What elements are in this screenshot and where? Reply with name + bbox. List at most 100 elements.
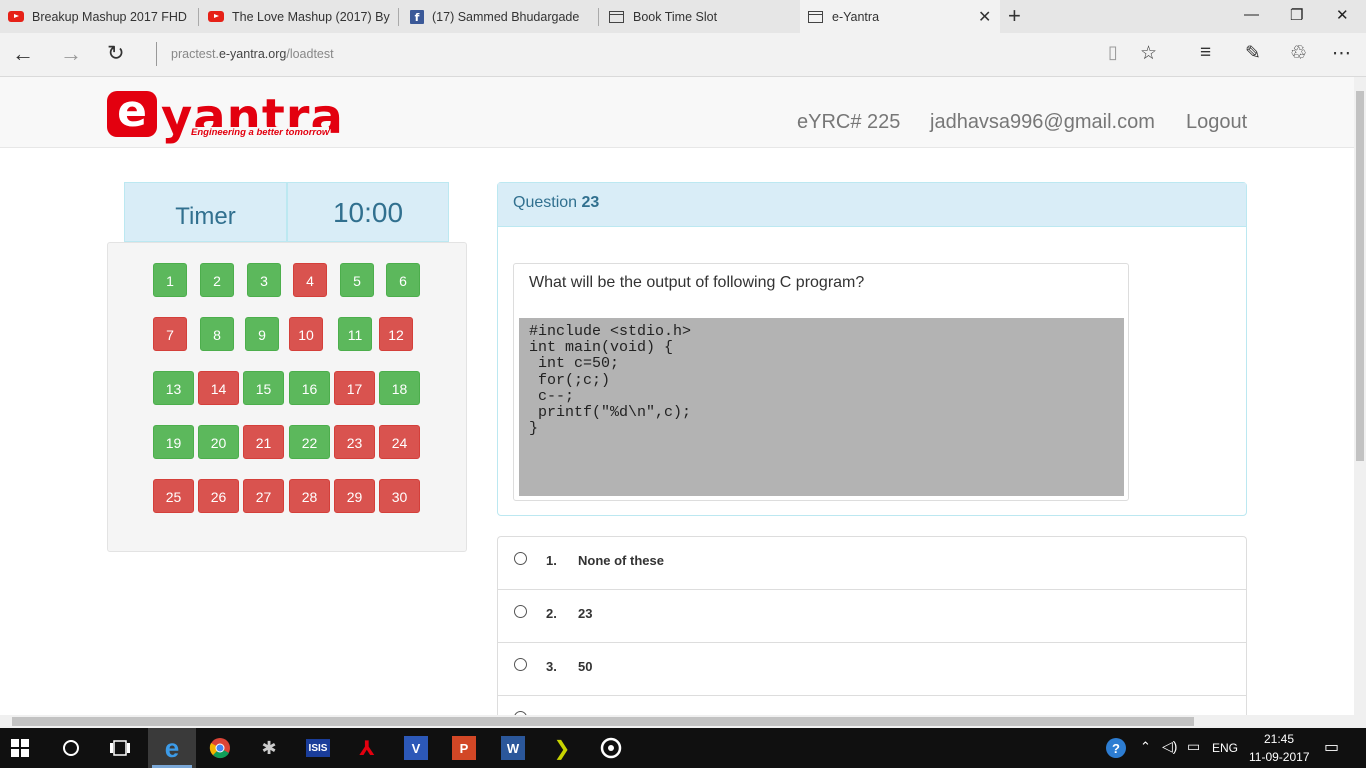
- answer-option[interactable]: 1. None of these: [498, 537, 1246, 590]
- cortana-search-icon[interactable]: [59, 736, 83, 760]
- question-nav-button[interactable]: 25: [153, 479, 194, 513]
- action-center-icon[interactable]: ▭: [1324, 737, 1339, 757]
- browser-tab[interactable]: Book Time Slot: [601, 0, 799, 33]
- logo-e: e: [107, 90, 157, 137]
- question-nav-button[interactable]: 10: [289, 317, 323, 351]
- tab-divider: [598, 8, 599, 26]
- user-email: jadhavsa996@gmail.com: [930, 111, 1155, 133]
- more-icon[interactable]: ⋯: [1332, 42, 1351, 65]
- question-heading-label: Question: [513, 194, 578, 211]
- powerpoint-icon[interactable]: P: [452, 736, 476, 760]
- horizontal-scrollbar[interactable]: [0, 715, 1366, 728]
- question-nav-button[interactable]: 19: [153, 425, 194, 459]
- logo-tagline: Engineering a better tomorrow: [189, 127, 330, 138]
- question-nav-button[interactable]: 1: [153, 263, 187, 297]
- favorite-star-icon[interactable]: ☆: [1140, 42, 1157, 65]
- question-nav-button[interactable]: 22: [289, 425, 330, 459]
- language-indicator[interactable]: ENG: [1212, 741, 1238, 755]
- url-divider: [156, 42, 157, 66]
- question-nav-button[interactable]: 9: [245, 317, 279, 351]
- question-nav-button[interactable]: 16: [289, 371, 330, 405]
- question-nav-button[interactable]: 6: [386, 263, 420, 297]
- question-nav-button[interactable]: 27: [243, 479, 284, 513]
- word-icon[interactable]: W: [501, 736, 525, 760]
- answer-option[interactable]: 2. 23: [498, 590, 1246, 643]
- network-icon[interactable]: ▭: [1187, 738, 1200, 755]
- paint-app-icon[interactable]: ✱: [257, 736, 281, 760]
- question-nav-button[interactable]: 8: [200, 317, 234, 351]
- question-nav-button[interactable]: 2: [200, 263, 234, 297]
- question-nav-button[interactable]: 21: [243, 425, 284, 459]
- answer-option[interactable]: 4. 50: [498, 696, 1246, 715]
- forward-icon[interactable]: →: [60, 41, 82, 67]
- share-icon[interactable]: ♲: [1290, 42, 1307, 65]
- tab-label: Breakup Mashup 2017 FHD: [32, 9, 187, 24]
- timer-label: Timer: [124, 182, 287, 242]
- question-nav-button[interactable]: 5: [340, 263, 374, 297]
- question-text: What will be the output of following C p…: [529, 274, 865, 291]
- volume-icon[interactable]: ◁): [1162, 738, 1177, 755]
- question-nav-button[interactable]: 17: [334, 371, 375, 405]
- windows-start-icon[interactable]: [8, 736, 32, 760]
- acrobat-reader-icon[interactable]: ⅄: [355, 736, 379, 760]
- minimize-icon[interactable]: —: [1244, 6, 1259, 23]
- question-nav-button[interactable]: 23: [334, 425, 375, 459]
- close-tab-icon[interactable]: ✕: [978, 7, 991, 27]
- tab-label: The Love Mashup (2017) By: [232, 9, 390, 24]
- clock-time[interactable]: 21:45: [1264, 732, 1294, 746]
- clock-date[interactable]: 11-09-2017: [1249, 750, 1310, 764]
- eyantra-logo[interactable]: e yantra Engineering a better tomorrow: [107, 90, 344, 141]
- browser-tab-active[interactable]: e-Yantra: [800, 0, 1000, 33]
- radio-button[interactable]: [514, 552, 527, 565]
- windows-taskbar: e ✱ ISIS ⅄ V P W ❯ ? ⌃ ◁) ▭ ENG 21:45 11…: [0, 728, 1366, 768]
- task-view-icon[interactable]: [108, 736, 132, 760]
- url-field[interactable]: practest.e-yantra.org/loadtest: [171, 47, 334, 61]
- option-text: None of these: [578, 553, 664, 568]
- edge-browser-icon[interactable]: e: [160, 733, 184, 763]
- question-nav-button[interactable]: 13: [153, 371, 194, 405]
- question-nav-button[interactable]: 15: [243, 371, 284, 405]
- restore-icon[interactable]: ❐: [1290, 6, 1303, 24]
- question-nav-button[interactable]: 11: [338, 317, 372, 351]
- refresh-icon[interactable]: ↻: [107, 41, 125, 66]
- tray-chevron-icon[interactable]: ⌃: [1140, 739, 1151, 755]
- browser-tab[interactable]: f (17) Sammed Bhudargade: [402, 0, 598, 33]
- question-nav-button[interactable]: 26: [198, 479, 239, 513]
- scroll-thumb[interactable]: [12, 717, 1194, 726]
- question-nav-button[interactable]: 14: [198, 371, 239, 405]
- radio-button[interactable]: [514, 658, 527, 671]
- question-nav-button[interactable]: 24: [379, 425, 420, 459]
- question-nav-button[interactable]: 7: [153, 317, 187, 351]
- tab-divider: [198, 8, 199, 26]
- reading-view-icon[interactable]: ▯: [1108, 42, 1118, 63]
- scroll-thumb[interactable]: [1356, 91, 1364, 461]
- hub-icon[interactable]: ≡: [1200, 42, 1211, 64]
- atmel-studio-icon[interactable]: ❯: [550, 736, 574, 760]
- groove-music-icon[interactable]: [599, 736, 623, 760]
- question-nav-button[interactable]: 18: [379, 371, 420, 405]
- back-icon[interactable]: ←: [12, 41, 34, 67]
- question-nav-button[interactable]: 3: [247, 263, 281, 297]
- vertical-scrollbar[interactable]: [1354, 77, 1366, 715]
- option-text: 23: [578, 606, 593, 621]
- isis-proteus-icon[interactable]: ISIS: [306, 739, 330, 757]
- question-nav-button[interactable]: 12: [379, 317, 413, 351]
- web-note-icon[interactable]: ✎: [1245, 42, 1261, 65]
- question-nav-button[interactable]: 29: [334, 479, 375, 513]
- question-nav-button[interactable]: 4: [293, 263, 327, 297]
- logout-link[interactable]: Logout: [1186, 111, 1247, 134]
- question-nav-button[interactable]: 28: [289, 479, 330, 513]
- answer-option[interactable]: 3. 50: [498, 643, 1246, 696]
- browser-tab[interactable]: The Love Mashup (2017) By: [200, 0, 398, 33]
- new-tab-icon[interactable]: +: [1008, 3, 1021, 29]
- question-nav-button[interactable]: 20: [198, 425, 239, 459]
- browser-tab[interactable]: Breakup Mashup 2017 FHD: [0, 0, 198, 33]
- close-window-icon[interactable]: ✕: [1336, 6, 1349, 24]
- keil-uvision-icon[interactable]: V: [404, 736, 428, 760]
- team-id: eYRC# 225: [797, 111, 901, 133]
- chrome-icon[interactable]: [208, 736, 232, 760]
- option-number: 2.: [546, 606, 557, 621]
- help-icon[interactable]: ?: [1106, 738, 1126, 758]
- radio-button[interactable]: [514, 605, 527, 618]
- question-nav-button[interactable]: 30: [379, 479, 420, 513]
